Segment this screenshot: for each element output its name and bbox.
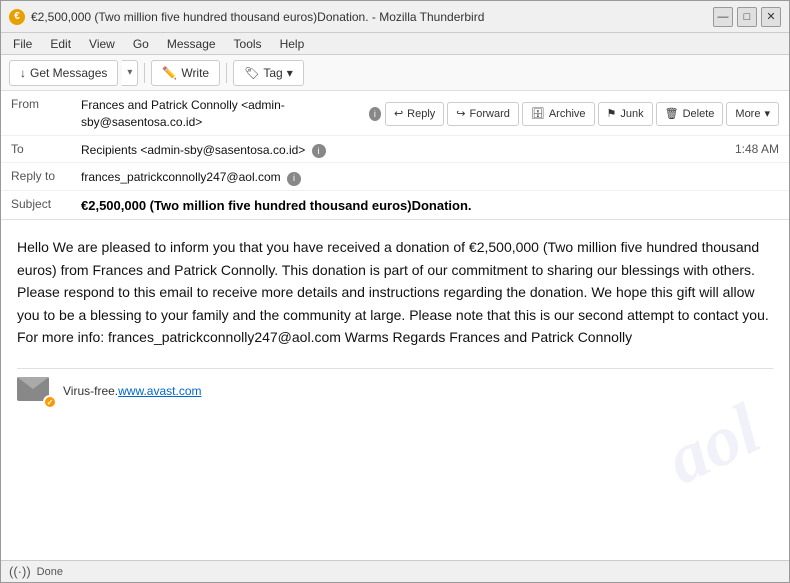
watermark: aol: [656, 392, 770, 496]
from-info-icon[interactable]: i: [369, 107, 381, 121]
main-window: € €2,500,000 (Two million five hundred t…: [0, 0, 790, 583]
reply-to-label: Reply to: [11, 167, 81, 183]
get-messages-dropdown[interactable]: ▾: [122, 60, 138, 86]
avast-link[interactable]: www.avast.com: [118, 384, 201, 398]
delete-button[interactable]: 🗑 Delete: [656, 102, 724, 126]
subject-row: Subject €2,500,000 (Two million five hun…: [1, 191, 789, 219]
status-bar: ((·)) Done: [1, 560, 789, 582]
write-icon: ✏️: [162, 66, 177, 80]
reply-icon: ↩: [394, 107, 403, 120]
menu-help[interactable]: Help: [272, 35, 313, 53]
menu-view[interactable]: View: [81, 35, 123, 53]
to-row: To Recipients <admin-sby@sasentosa.co.id…: [1, 136, 789, 164]
from-address: Frances and Patrick Connolly <admin-sby@…: [81, 97, 366, 131]
menu-tools[interactable]: Tools: [226, 35, 270, 53]
reply-to-value: frances_patrickconnolly247@aol.com i: [81, 167, 779, 186]
window-controls: — □ ✕: [713, 7, 781, 27]
to-label: To: [11, 140, 81, 156]
toolbar-divider-1: [144, 63, 145, 83]
reply-button[interactable]: ↩ Reply: [385, 102, 444, 126]
more-dropdown-arrow: ▾: [764, 107, 770, 120]
avast-icon: ✓: [17, 377, 53, 405]
junk-icon: ⚑: [607, 107, 617, 120]
status-text: Done: [37, 566, 63, 578]
archive-icon: 🗄: [531, 107, 545, 120]
write-button[interactable]: ✏️ Write: [151, 60, 220, 86]
from-row: From Frances and Patrick Connolly <admin…: [1, 91, 789, 136]
menu-go[interactable]: Go: [125, 35, 157, 53]
menu-message[interactable]: Message: [159, 35, 224, 53]
subject-label: Subject: [11, 195, 81, 211]
from-value: Frances and Patrick Connolly <admin-sby@…: [81, 95, 779, 131]
menu-edit[interactable]: Edit: [42, 35, 79, 53]
to-value: Recipients <admin-sby@sasentosa.co.id> i: [81, 140, 735, 159]
avast-badge-icon: ✓: [43, 395, 57, 409]
forward-button[interactable]: ↪ Forward: [447, 102, 519, 126]
menu-bar: File Edit View Go Message Tools Help: [1, 33, 789, 55]
get-messages-icon: ↓: [20, 66, 26, 80]
to-info-icon[interactable]: i: [312, 144, 326, 158]
main-toolbar: ↓ Get Messages ▾ ✏️ Write 🏷 Tag ▾: [1, 55, 789, 91]
toolbar-divider-2: [226, 63, 227, 83]
close-button[interactable]: ✕: [761, 7, 781, 27]
app-icon: €: [9, 9, 25, 25]
reply-to-info-icon[interactable]: i: [287, 172, 301, 186]
delete-icon: 🗑: [665, 107, 679, 120]
more-button[interactable]: More ▾: [726, 102, 779, 126]
junk-button[interactable]: ⚑ Junk: [598, 102, 653, 126]
forward-icon: ↪: [456, 107, 465, 120]
tag-button[interactable]: 🏷 Tag ▾: [233, 60, 304, 86]
virus-footer: ✓ Virus-free.www.avast.com: [17, 368, 773, 405]
from-label: From: [11, 95, 81, 111]
menu-file[interactable]: File: [5, 35, 40, 53]
window-title: €2,500,000 (Two million five hundred tho…: [31, 10, 713, 24]
get-messages-button[interactable]: ↓ Get Messages: [9, 60, 118, 86]
virus-text: Virus-free.www.avast.com: [63, 384, 202, 398]
email-time: 1:48 AM: [735, 140, 779, 156]
email-actions: ↩ Reply ↪ Forward 🗄 Archive ⚑: [385, 102, 779, 126]
wifi-icon: ((·)): [9, 564, 31, 579]
email-body-text: Hello We are pleased to inform you that …: [17, 236, 773, 348]
tag-dropdown-arrow: ▾: [287, 66, 293, 80]
title-bar: € €2,500,000 (Two million five hundred t…: [1, 1, 789, 33]
reply-to-row: Reply to frances_patrickconnolly247@aol.…: [1, 163, 789, 191]
subject-value: €2,500,000 (Two million five hundred tho…: [81, 195, 779, 215]
tag-icon: 🏷: [244, 66, 259, 80]
minimize-button[interactable]: —: [713, 7, 733, 27]
maximize-button[interactable]: □: [737, 7, 757, 27]
archive-button[interactable]: 🗄 Archive: [522, 102, 595, 126]
email-body: aol Hello We are pleased to inform you t…: [1, 220, 789, 560]
email-header: From Frances and Patrick Connolly <admin…: [1, 91, 789, 220]
